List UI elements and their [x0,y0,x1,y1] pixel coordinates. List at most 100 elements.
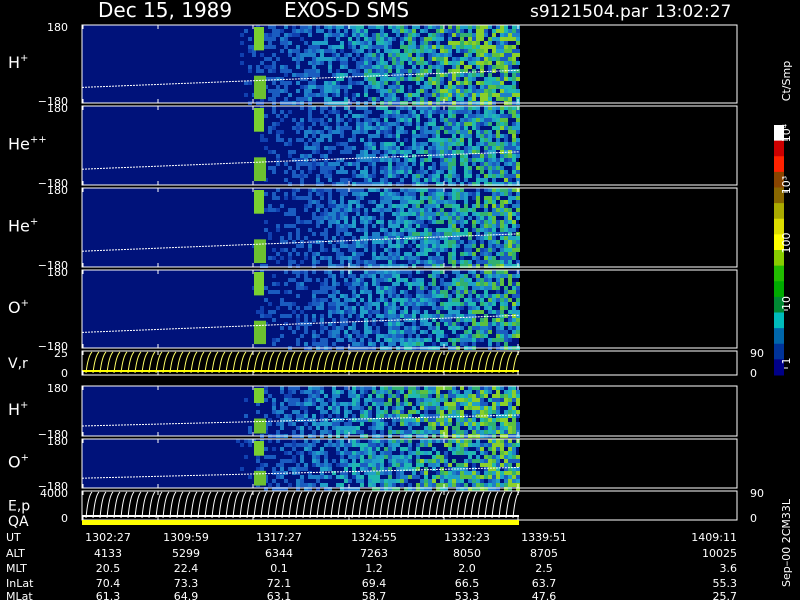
spectrogram-cell [400,386,404,390]
spectrogram-cell [512,142,516,146]
spectrogram-cell [304,154,308,158]
spectrogram-cell [404,97,408,101]
spectrogram-cell [336,394,340,398]
spectrogram-cell [348,81,352,85]
spectrogram-cell [468,282,472,286]
spectrogram-cell [468,49,472,53]
spectrogram-cell [516,318,520,322]
spectrogram-cell [312,402,316,406]
spectrogram-cell [288,138,292,142]
spectrogram-cell [288,443,292,447]
spectrogram-cell [388,430,392,434]
spectrogram-cell [464,174,468,178]
spectrogram-cell [440,282,444,286]
spectrogram-cell [388,330,392,334]
spectrogram-cell [308,154,312,158]
spectrogram-cell [316,252,320,256]
spectrogram-cell [464,447,468,451]
spectrogram-cell [444,282,448,286]
spectrogram-cell [364,286,368,290]
spectrogram-cell [472,402,476,406]
spectrogram-cell [284,162,288,166]
spectrogram-cell [496,298,500,302]
spectrogram-cell [504,122,508,126]
spectrogram-cell [444,142,448,146]
spectrogram-cell [364,170,368,174]
orbit-cell: 20.5 [96,562,121,575]
spectrogram-cell [496,330,500,334]
spectrogram-cell [356,455,360,459]
spectrogram-cell [324,170,328,174]
spectrogram-cell [380,286,384,290]
spectrogram-cell [364,244,368,248]
spectrogram-cell [392,310,396,314]
spectrogram-cell [360,204,364,208]
spectrogram-cell [408,244,412,248]
spectrogram-cell [444,386,448,390]
spectrogram-cell [404,310,408,314]
spectrogram-cell [420,200,424,204]
spectrogram-cell [472,204,476,208]
spectrogram-cell [288,93,292,97]
spectrogram-cell [456,282,460,286]
spectrogram-cell [352,170,356,174]
spectrogram-cell [272,282,276,286]
spectrogram-cell [344,310,348,314]
spectrogram-cell [308,146,312,150]
spectrogram-cell [368,162,372,166]
spectrogram-cell [348,77,352,81]
spectrogram-cell [432,154,436,158]
spectrogram-cell [516,326,520,330]
spectrogram-cell [324,89,328,93]
spectrogram-cell [344,65,348,69]
spectrogram-cell [452,342,456,346]
spectrogram-cell [404,114,408,118]
spectrogram-cell [388,342,392,346]
spectrogram-cell [336,228,340,232]
spectrogram-cell [496,463,500,467]
spectrogram-cell [460,240,464,244]
spectrogram-cell [404,252,408,256]
spectrogram-cell [408,150,412,154]
spectrogram-cell [256,410,260,414]
spectrogram-cell [436,314,440,318]
spectrogram-cell [452,390,456,394]
spectrogram-cell [424,196,428,200]
spectrogram-cell [288,110,292,114]
spectrogram-cell [428,166,432,170]
spectrogram-cell [428,314,432,318]
spectrogram-cell [384,386,388,390]
spectrogram-cell [468,471,472,475]
spectrogram-cell [268,483,272,487]
spectrogram-cell [396,224,400,228]
spectrogram-cell [412,200,416,204]
spectrogram-cell [376,290,380,294]
spectrogram-cell [500,398,504,402]
spectrogram-cell [272,53,276,57]
spectrogram-cell [504,322,508,326]
spectrogram-cell [476,278,480,282]
spectrogram-cell [408,302,412,306]
spectrogram-cell [392,93,396,97]
spectrogram-cell [360,188,364,192]
spectrogram-cell [380,451,384,455]
spectrogram-cell [296,410,300,414]
spectrogram-cell [504,220,508,224]
spectrogram-cell [480,33,484,37]
spectrogram-cell [460,134,464,138]
spectrogram-cell [300,57,304,61]
spectrogram-cell [316,455,320,459]
spectrogram-cell [328,138,332,142]
spectrogram-cell [264,114,268,118]
spectrogram-cell [516,110,520,114]
spectrogram-cell [392,386,396,390]
spectrogram-cell [380,77,384,81]
spectrogram-cell [324,475,328,479]
spectrogram-cell [380,290,384,294]
spectrogram-cell [364,334,368,338]
spectrogram-cell [400,204,404,208]
spectrogram-cell [420,158,424,162]
spectrogram-cell [404,475,408,479]
spectrogram-cell [396,274,400,278]
event-stripe [254,27,264,51]
